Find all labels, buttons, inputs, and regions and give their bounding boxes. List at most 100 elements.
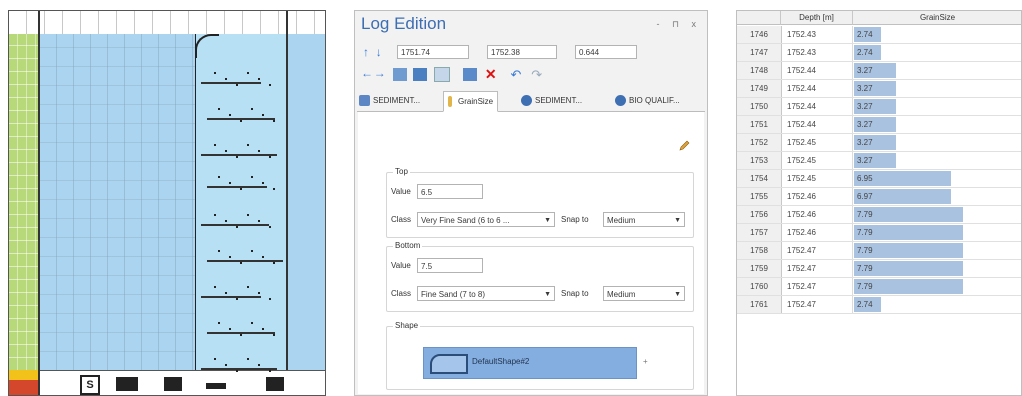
sand-dot <box>225 220 227 222</box>
bottom-snap-select[interactable]: Medium ▼ <box>603 286 685 301</box>
shape-more-button[interactable]: + <box>643 357 648 366</box>
depth-cell[interactable]: 1752.45 <box>781 134 853 151</box>
depth-cell[interactable]: 1752.45 <box>781 170 853 187</box>
table-row[interactable]: 1753 1752.45 3.27 <box>737 152 1021 170</box>
column-header-index[interactable] <box>737 11 781 25</box>
copy-icon[interactable] <box>434 66 451 82</box>
table-row[interactable]: 1751 1752.44 3.27 <box>737 116 1021 134</box>
arrow-down-icon[interactable]: ↓ <box>374 45 384 59</box>
top-depth-field[interactable]: 1751.74 <box>397 45 469 59</box>
grainsize-cell[interactable]: 7.79 <box>853 278 1021 295</box>
table-row[interactable]: 1755 1752.46 6.97 <box>737 188 1021 206</box>
table-row[interactable]: 1748 1752.44 3.27 <box>737 62 1021 80</box>
grainsize-cell[interactable]: 3.27 <box>853 62 1021 79</box>
depth-cell[interactable]: 1752.44 <box>781 80 853 97</box>
grainsize-cell[interactable]: 7.79 <box>853 242 1021 259</box>
grainsize-cell[interactable]: 3.27 <box>853 98 1021 115</box>
row-index: 1758 <box>737 242 782 259</box>
tab-sediment-2[interactable]: SEDIMENT... <box>521 91 582 110</box>
table-row[interactable]: 1754 1752.45 6.95 <box>737 170 1021 188</box>
grainsize-cell[interactable]: 3.27 <box>853 80 1021 97</box>
thickness-field[interactable]: 0.644 <box>575 45 637 59</box>
table-row[interactable]: 1749 1752.44 3.27 <box>737 80 1021 98</box>
depth-cell[interactable]: 1752.47 <box>781 296 853 313</box>
sand-dot <box>258 364 260 366</box>
table-row[interactable]: 1747 1752.43 2.74 <box>737 44 1021 62</box>
delete-icon[interactable]: ✕ <box>484 67 498 81</box>
grainsize-cell[interactable]: 6.95 <box>853 170 1021 187</box>
sand-dot <box>247 286 249 288</box>
top-value-input[interactable]: 6.5 <box>417 184 483 199</box>
table-row[interactable]: 1761 1752.47 2.74 <box>737 296 1021 314</box>
depth-cell[interactable]: 1752.47 <box>781 278 853 295</box>
arrow-right-icon[interactable]: → <box>374 66 386 80</box>
bottom-depth-field[interactable]: 1752.38 <box>487 45 557 59</box>
grid-icon[interactable] <box>413 67 428 81</box>
redo-icon[interactable]: ↷ <box>531 68 545 81</box>
insert-icon[interactable] <box>392 67 407 81</box>
table-icon[interactable] <box>462 67 477 81</box>
sand-body-shape[interactable] <box>195 34 287 370</box>
pencil-icon[interactable] <box>678 140 690 152</box>
tab-bio-qualif[interactable]: BIO QUALIF... <box>615 91 680 110</box>
grainsize-cell[interactable]: 3.27 <box>853 134 1021 151</box>
column-header-depth[interactable]: Depth [m] <box>781 11 853 25</box>
grainsize-value: 3.27 <box>857 102 873 111</box>
depth-cell[interactable]: 1752.46 <box>781 206 853 223</box>
grainsize-cell[interactable]: 2.74 <box>853 296 1021 313</box>
grainsize-cell[interactable]: 6.97 <box>853 188 1021 205</box>
bottom-class-select[interactable]: Fine Sand (7 to 8) ▼ <box>417 286 555 301</box>
depth-cell[interactable]: 1752.47 <box>781 242 853 259</box>
depth-cell[interactable]: 1752.43 <box>781 26 853 43</box>
grainsize-value: 3.27 <box>857 156 873 165</box>
arrow-left-icon[interactable]: ← <box>361 66 373 80</box>
bottom-value-input[interactable]: 7.5 <box>417 258 483 273</box>
sand-dot <box>225 78 227 80</box>
table-row[interactable]: 1760 1752.47 7.79 <box>737 278 1021 296</box>
grainsize-cell[interactable]: 7.79 <box>853 260 1021 277</box>
bio-icon <box>615 95 626 106</box>
top-class-select[interactable]: Very Fine Sand (6 to 6 ... ▼ <box>417 212 555 227</box>
depth-cell[interactable]: 1752.46 <box>781 188 853 205</box>
table-row[interactable]: 1756 1752.46 7.79 <box>737 206 1021 224</box>
depth-cell[interactable]: 1752.45 <box>781 152 853 169</box>
grainsize-cell[interactable]: 7.79 <box>853 206 1021 223</box>
window-controls[interactable]: - ⊓ x <box>656 19 701 30</box>
table-row[interactable]: 1746 1752.43 2.74 <box>737 26 1021 44</box>
sand-dot <box>262 256 264 258</box>
shape-selector-button[interactable]: DefaultShape#2 <box>423 347 637 379</box>
sand-dot <box>225 292 227 294</box>
arrow-up-icon[interactable]: ↑ <box>361 45 371 59</box>
table-row[interactable]: 1759 1752.47 7.79 <box>737 260 1021 278</box>
tab-sediment-1[interactable]: SEDIMENT... <box>359 91 420 110</box>
row-index: 1749 <box>737 80 782 97</box>
grainsize-cell[interactable]: 2.74 <box>853 44 1021 61</box>
top-snap-select[interactable]: Medium ▼ <box>603 212 685 227</box>
depth-cell[interactable]: 1752.44 <box>781 116 853 133</box>
grainsize-cell[interactable]: 3.27 <box>853 116 1021 133</box>
table-row[interactable]: 1752 1752.45 3.27 <box>737 134 1021 152</box>
depth-cell[interactable]: 1752.44 <box>781 98 853 115</box>
grainsize-cell[interactable]: 7.79 <box>853 224 1021 241</box>
log-track-panel[interactable]: S <box>8 10 326 396</box>
sand-dot <box>258 220 260 222</box>
grainsize-cell[interactable]: 2.74 <box>853 26 1021 43</box>
table-row[interactable]: 1758 1752.47 7.79 <box>737 242 1021 260</box>
grainsize-cell[interactable]: 3.27 <box>853 152 1021 169</box>
depth-cell[interactable]: 1752.44 <box>781 62 853 79</box>
depth-row: ↑ ↓ 1751.74 1752.38 0.644 <box>361 45 637 63</box>
panel-title: Log Edition <box>361 14 447 33</box>
table-row[interactable]: 1750 1752.44 3.27 <box>737 98 1021 116</box>
row-index: 1754 <box>737 170 782 187</box>
depth-cell[interactable]: 1752.46 <box>781 224 853 241</box>
undo-icon[interactable]: ↶ <box>510 68 524 81</box>
row-index: 1761 <box>737 296 782 313</box>
column-header-grainsize[interactable]: GrainSize <box>853 11 1021 25</box>
tab-grainsize[interactable]: GrainSize <box>443 91 499 112</box>
grainsize-value: 3.27 <box>857 66 873 75</box>
depth-cell[interactable]: 1752.43 <box>781 44 853 61</box>
table-row[interactable]: 1757 1752.46 7.79 <box>737 224 1021 242</box>
depth-cell[interactable]: 1752.47 <box>781 260 853 277</box>
grainsize-value: 6.95 <box>857 174 873 183</box>
log-edition-panel: Log Edition - ⊓ x ↑ ↓ 1751.74 1752.38 0.… <box>354 10 708 396</box>
